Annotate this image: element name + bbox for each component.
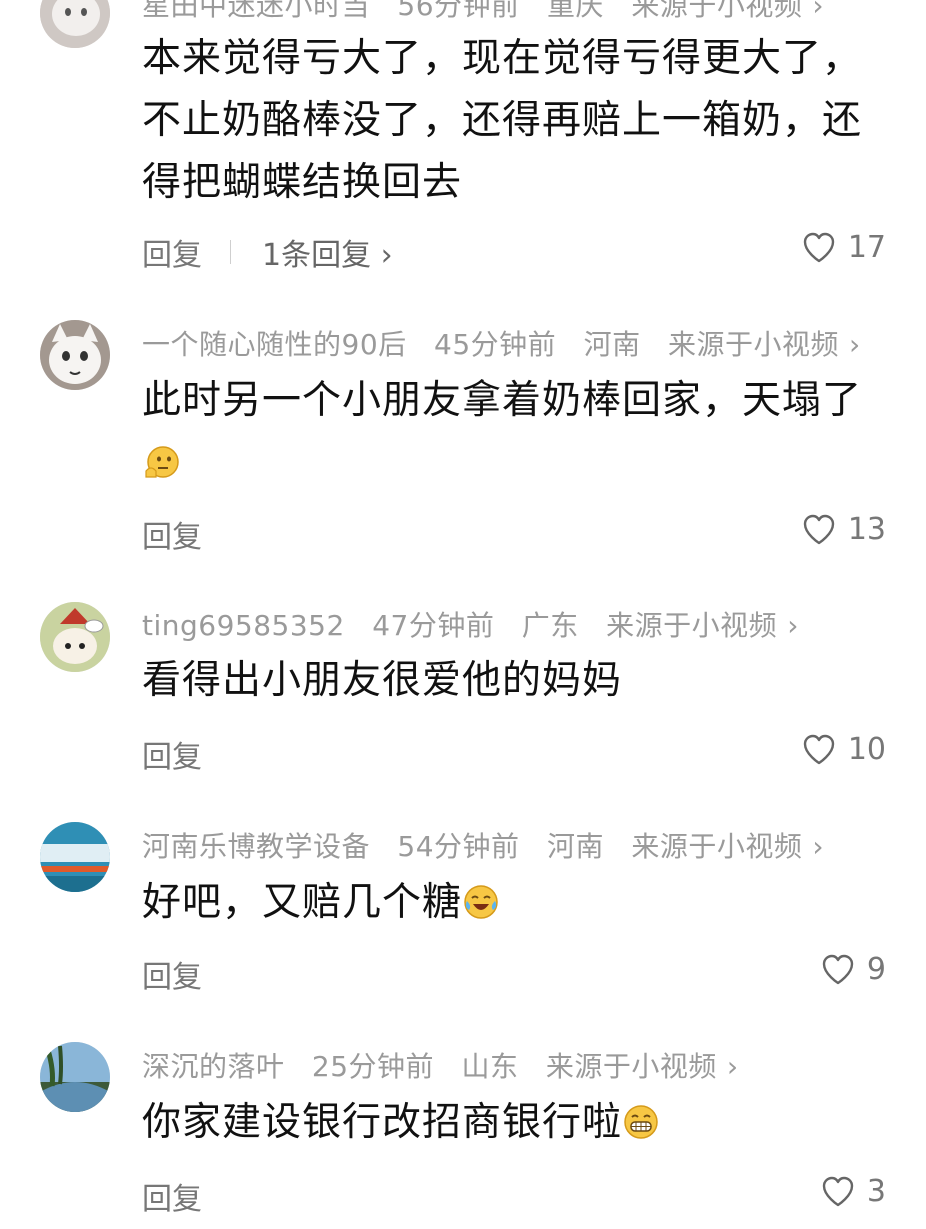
reply-button[interactable]: 回复 bbox=[142, 230, 202, 274]
username[interactable]: 一个随心随性的90后 bbox=[142, 328, 407, 361]
chevron-right-icon: › bbox=[726, 1050, 739, 1083]
username[interactable]: 河南乐博教学设备 bbox=[142, 830, 370, 863]
chevron-right-icon: › bbox=[787, 609, 799, 642]
like-count: 17 bbox=[847, 230, 886, 265]
reply-button[interactable]: 回复 bbox=[142, 512, 202, 556]
comment-actions: 回复 3 bbox=[142, 1174, 886, 1217]
comment-text: 本来觉得亏大了，现在觉得亏得更大了，不止奶酪棒没了，还得再赔上一箱奶，还得把蝴蝶… bbox=[142, 36, 863, 205]
avatar[interactable] bbox=[40, 602, 110, 672]
timestamp: 25分钟前 bbox=[311, 1050, 435, 1083]
location: 广东 bbox=[521, 609, 579, 642]
avatar[interactable] bbox=[40, 0, 110, 48]
chevron-right-icon: › bbox=[380, 238, 393, 273]
heart-outline-icon bbox=[803, 734, 835, 764]
comment-text: 好吧，又赔几个糖 bbox=[142, 872, 882, 934]
comment-meta: 深沉的落叶 25分钟前 山东 来源于小视频 › bbox=[142, 1045, 757, 1085]
avatar[interactable] bbox=[40, 822, 110, 892]
timestamp: 54分钟前 bbox=[397, 830, 520, 863]
crying-laughing-emoji-icon bbox=[464, 885, 498, 919]
reply-button[interactable]: 回复 bbox=[142, 952, 202, 996]
timestamp: 47分钟前 bbox=[372, 609, 495, 642]
like-button[interactable]: 3 bbox=[821, 1174, 886, 1209]
like-button[interactable]: 17 bbox=[802, 230, 886, 265]
source-link[interactable]: 来源于小视频 bbox=[606, 609, 777, 642]
like-button[interactable]: 13 bbox=[802, 512, 886, 547]
username[interactable]: ting69585352 bbox=[142, 609, 345, 642]
reply-button[interactable]: 回复 bbox=[142, 1174, 202, 1218]
comment-text: 看得出小朋友很爱他的妈妈 bbox=[142, 658, 623, 703]
source-link[interactable]: 来源于小视频 bbox=[631, 830, 802, 863]
heart-outline-icon bbox=[803, 514, 835, 544]
heart-outline-icon bbox=[822, 954, 854, 984]
like-count: 13 bbox=[847, 512, 886, 547]
view-replies-label: 1条回复 bbox=[262, 238, 372, 273]
heart-outline-icon bbox=[803, 232, 835, 262]
location: 河南 bbox=[583, 328, 641, 361]
chevron-right-icon: › bbox=[812, 830, 825, 863]
avatar[interactable] bbox=[40, 1042, 110, 1112]
view-replies-button[interactable]: 1条回复 › bbox=[262, 230, 393, 274]
comment-actions: 回复 9 bbox=[142, 952, 886, 995]
comment-text-body: 好吧，又赔几个糖 bbox=[142, 880, 463, 925]
like-count: 10 bbox=[847, 732, 886, 767]
comment-actions: 回复 1条回复 › 17 bbox=[142, 230, 886, 273]
comment-actions: 回复 10 bbox=[142, 732, 886, 775]
avatar-image bbox=[40, 822, 110, 892]
comment-text: 此时另一个小朋友拿着奶棒回家，天塌了 bbox=[142, 370, 882, 494]
like-button[interactable]: 9 bbox=[821, 952, 886, 987]
chevron-right-icon: › bbox=[849, 328, 861, 361]
comment-text-body: 此时另一个小朋友拿着奶棒回家，天塌了 bbox=[142, 378, 863, 423]
reply-button[interactable]: 回复 bbox=[142, 732, 202, 776]
heart-outline-icon bbox=[822, 1176, 854, 1206]
timestamp: 56分钟前 bbox=[397, 0, 520, 22]
like-count: 9 bbox=[866, 952, 886, 987]
timestamp: 45分钟前 bbox=[434, 328, 557, 361]
source-link[interactable]: 来源于小视频 bbox=[668, 328, 839, 361]
username[interactable]: 星田中迷迷小时当 bbox=[142, 0, 370, 22]
comment-text-body: 你家建设银行改招商银行啦 bbox=[142, 1100, 623, 1145]
location: 重庆 bbox=[546, 0, 604, 22]
comment-actions: 回复 13 bbox=[142, 512, 886, 555]
chevron-right-icon: › bbox=[812, 0, 825, 22]
location: 山东 bbox=[461, 1050, 519, 1083]
avatar-image bbox=[40, 320, 110, 390]
avatar[interactable] bbox=[40, 320, 110, 390]
divider bbox=[230, 240, 231, 264]
comment-meta: 河南乐博教学设备 54分钟前 河南 来源于小视频 › bbox=[142, 825, 842, 865]
comment-text: 你家建设银行改招商银行啦 bbox=[142, 1092, 882, 1154]
thinking-emoji-icon bbox=[145, 446, 179, 478]
comment-meta: 星田中迷迷小时当 56分钟前 重庆 来源于小视频 › bbox=[142, 0, 842, 24]
source-link[interactable]: 来源于小视频 bbox=[631, 0, 802, 22]
avatar-image bbox=[40, 0, 110, 48]
comment-meta: 一个随心随性的90后 45分钟前 河南 来源于小视频 › bbox=[142, 323, 879, 363]
username[interactable]: 深沉的落叶 bbox=[142, 1050, 285, 1083]
comment-meta: ting69585352 47分钟前 广东 来源于小视频 › bbox=[142, 604, 817, 644]
avatar-image bbox=[40, 602, 110, 672]
grinning-emoji-icon bbox=[624, 1105, 658, 1139]
location: 河南 bbox=[546, 830, 604, 863]
source-link[interactable]: 来源于小视频 bbox=[546, 1050, 717, 1083]
like-count: 3 bbox=[866, 1174, 886, 1209]
avatar-image bbox=[40, 1042, 110, 1112]
like-button[interactable]: 10 bbox=[802, 732, 886, 767]
